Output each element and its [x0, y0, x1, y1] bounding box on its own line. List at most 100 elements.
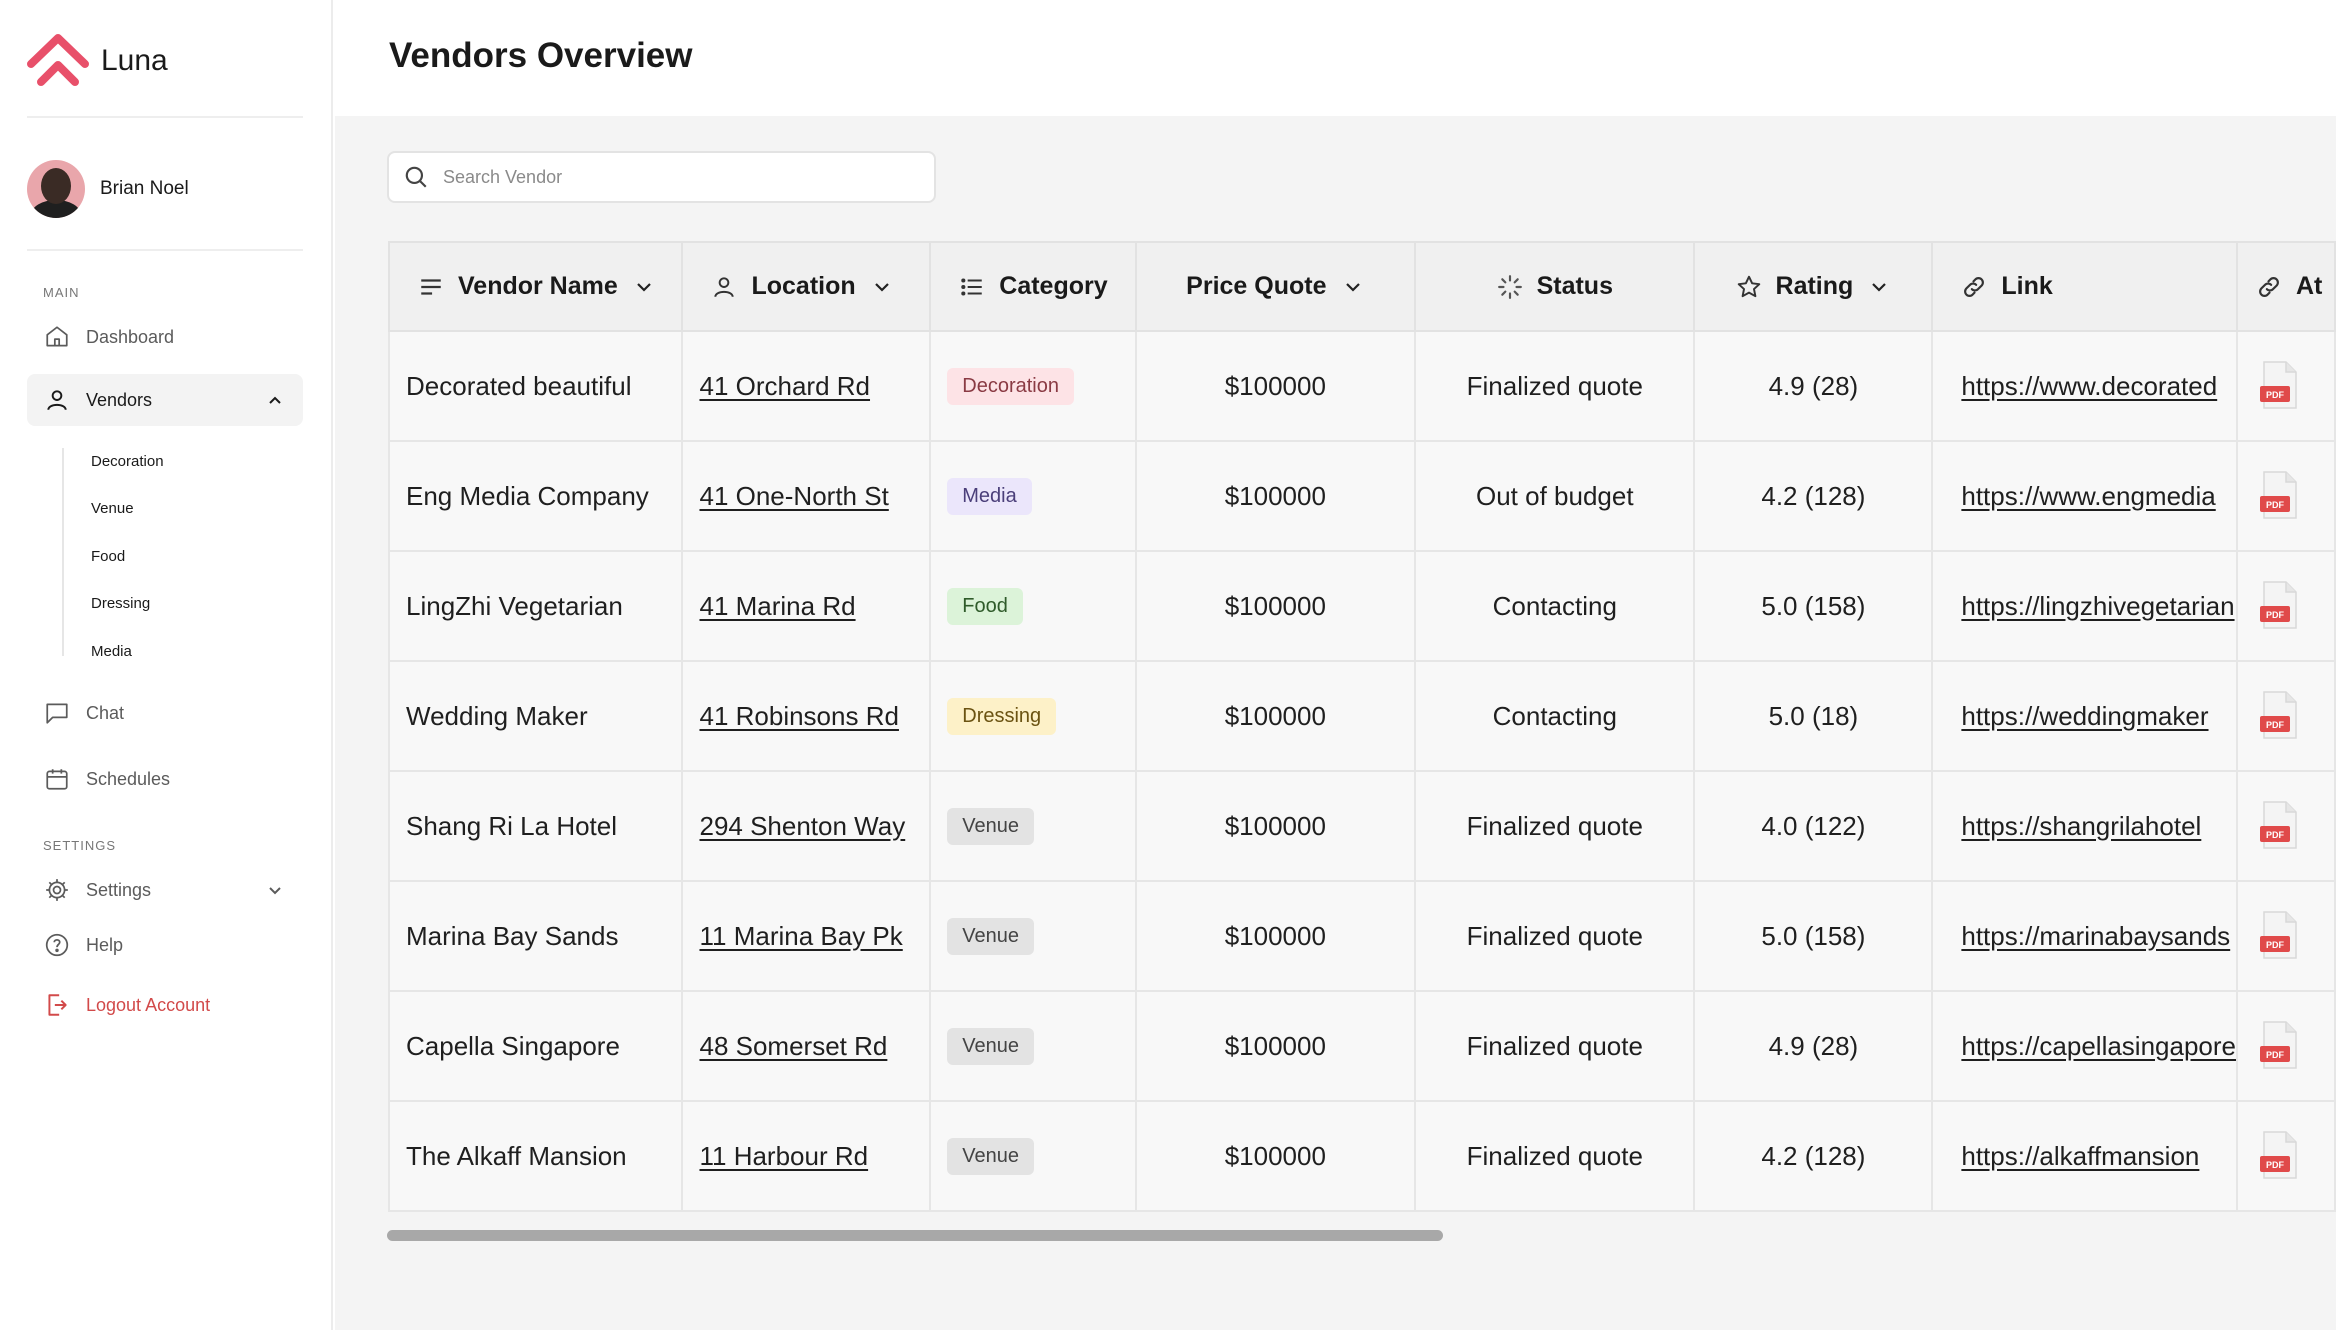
column-label: Rating [1775, 272, 1854, 300]
table-row[interactable]: Shang Ri La Hotel 294 Shenton Way Venue $10… [388, 770, 2336, 882]
sidebar-item-schedules[interactable]: Schedules [27, 753, 303, 805]
pdf-file-icon[interactable]: PDF [2254, 1018, 2302, 1074]
cell-attachment: PDF [2236, 990, 2336, 1102]
cell-category: Decoration [929, 330, 1137, 442]
cell-status: Contacting [1414, 550, 1696, 662]
price-quote: $100000 [1224, 700, 1326, 731]
chevron-down-icon [269, 887, 281, 895]
column-label: Link [2001, 272, 2053, 300]
submenu-line [62, 448, 64, 656]
sidebar-item-vendors[interactable]: Vendors [27, 374, 303, 426]
vendor-name: The Alkaff Mansion [406, 1140, 627, 1171]
pdf-file-icon[interactable]: PDF [2254, 578, 2302, 634]
chevron-down-icon [637, 282, 651, 292]
cell-status: Out of budget [1414, 440, 1696, 552]
column-header-vendor-name[interactable]: Vendor Name [388, 241, 684, 332]
location-link[interactable]: 41 One-North St [699, 481, 888, 511]
sidebar-subitem-decoration[interactable]: Decoration [91, 453, 164, 470]
sidebar-subitem-dressing[interactable]: Dressing [91, 595, 150, 612]
location-link[interactable]: 11 Marina Bay Pk [699, 921, 902, 951]
cell-category: Venue [929, 770, 1137, 882]
column-header-rating[interactable]: Rating [1693, 241, 1934, 332]
location-link[interactable]: 41 Marina Rd [699, 591, 855, 621]
table-row[interactable]: Marina Bay Sands 11 Marina Bay Pk Venue $10… [388, 880, 2336, 992]
vendor-url-link[interactable]: https://shangrilahotel [1961, 811, 2201, 841]
vendor-url-link[interactable]: https://capellasingapore [1961, 1031, 2235, 1061]
sidebar: Luna Brian Noel MAIN Dashboard Vendors D… [0, 0, 333, 1330]
sidebar-item-chat[interactable]: Chat [27, 687, 303, 739]
vendor-name: Eng Media Company [406, 480, 649, 511]
status-text: Out of budget [1476, 480, 1634, 511]
cell-rating: 5.0 (158) [1693, 880, 1934, 992]
column-header-link[interactable]: Link [1931, 241, 2238, 332]
gear-icon [44, 877, 70, 903]
cell-vendor-name: Capella Singapore [388, 990, 684, 1102]
table-row[interactable]: The Alkaff Mansion 11 Harbour Rd Venue $100… [388, 1100, 2336, 1212]
table-row[interactable]: Eng Media Company 41 One-North St Media $10… [388, 440, 2336, 552]
status-text: Finalized quote [1466, 370, 1643, 401]
link-icon [2259, 276, 2279, 297]
sidebar-subitem-media[interactable]: Media [91, 643, 132, 660]
pdf-file-icon[interactable]: PDF [2254, 358, 2302, 414]
location-link[interactable]: 48 Somerset Rd [699, 1031, 887, 1061]
vendor-url-link[interactable]: https://marinabaysands [1961, 921, 2230, 951]
rating-value: 4.9 (28) [1768, 370, 1859, 401]
vendor-url-link[interactable]: https://alkaffmansion [1961, 1141, 2199, 1171]
vendor-url-link[interactable]: https://www.decorated [1961, 371, 2217, 401]
vendor-url-link[interactable]: https://weddingmaker [1961, 701, 2208, 731]
location-link[interactable]: 294 Shenton Way [699, 811, 905, 841]
column-header-price-quote[interactable]: Price Quote [1134, 241, 1417, 332]
cell-attachment: PDF [2236, 440, 2336, 552]
table-row[interactable]: Decorated beautiful 41 Orchard Rd Decorati… [388, 330, 2336, 442]
category-tag: Dressing [947, 697, 1057, 735]
sidebar-item-label: Chat [86, 702, 125, 723]
sidebar-subitem-venue[interactable]: Venue [91, 500, 134, 517]
search-box[interactable] [387, 151, 936, 203]
cell-link: https://shangrilahotel [1931, 770, 2238, 882]
pdf-file-icon[interactable]: PDF [2254, 798, 2302, 854]
location-link[interactable]: 11 Harbour Rd [699, 1141, 868, 1171]
svg-text:PDF: PDF [2266, 940, 2285, 950]
status-text: Finalized quote [1466, 810, 1643, 841]
cell-link: https://weddingmaker [1931, 660, 2238, 772]
cell-status: Finalized quote [1414, 1100, 1696, 1212]
sidebar-item-dashboard[interactable]: Dashboard [27, 311, 303, 363]
user-profile[interactable]: Brian Noel [27, 160, 189, 218]
pdf-file-icon[interactable]: PDF [2254, 468, 2302, 524]
text-align-icon [421, 278, 441, 295]
sidebar-subitem-food[interactable]: Food [91, 548, 125, 565]
logout-button[interactable]: Logout Account [27, 979, 303, 1031]
pdf-file-icon[interactable]: PDF [2254, 908, 2302, 964]
search-input[interactable] [443, 166, 923, 188]
cell-price-quote: $100000 [1134, 770, 1417, 882]
sidebar-item-label: Vendors [86, 389, 153, 410]
status-text: Finalized quote [1466, 1140, 1643, 1171]
rating-value: 4.0 (122) [1761, 810, 1866, 841]
table-row[interactable]: Capella Singapore 48 Somerset Rd Venue $100… [388, 990, 2336, 1102]
vendor-url-link[interactable]: https://lingzhivegetarian [1961, 591, 2234, 621]
sidebar-item-help[interactable]: Help [27, 919, 303, 971]
column-header-category[interactable]: Category [929, 241, 1137, 332]
logout-icon [44, 992, 70, 1018]
column-header-status[interactable]: Status [1414, 241, 1696, 332]
vendor-url-link[interactable]: https://www.engmedia [1961, 481, 2215, 511]
cell-category: Media [929, 440, 1137, 552]
cell-attachment: PDF [2236, 1100, 2336, 1212]
chevron-down-icon [1872, 282, 1887, 292]
table-row[interactable]: LingZhi Vegetarian 41 Marina Rd Food $10000… [388, 550, 2336, 662]
table-row[interactable]: Wedding Maker 41 Robinsons Rd Dressing $100… [388, 660, 2336, 772]
svg-text:PDF: PDF [2266, 610, 2285, 620]
chevron-down-icon [874, 282, 889, 292]
column-header-attachment[interactable]: At [2236, 241, 2336, 332]
home-icon [44, 324, 70, 350]
column-header-location[interactable]: Location [681, 241, 932, 332]
location-link[interactable]: 41 Robinsons Rd [699, 701, 898, 731]
pdf-file-icon[interactable]: PDF [2254, 1128, 2302, 1184]
vendors-table-container: Vendor Name Location Category Price Quot… [388, 241, 2336, 1330]
sidebar-item-settings[interactable]: Settings [27, 864, 303, 916]
horizontal-scrollbar[interactable] [387, 1230, 1443, 1241]
location-link[interactable]: 41 Orchard Rd [699, 371, 870, 401]
cell-location: 48 Somerset Rd [681, 990, 932, 1102]
pdf-file-icon[interactable]: PDF [2254, 688, 2302, 744]
app-logo[interactable]: Luna [27, 34, 168, 88]
